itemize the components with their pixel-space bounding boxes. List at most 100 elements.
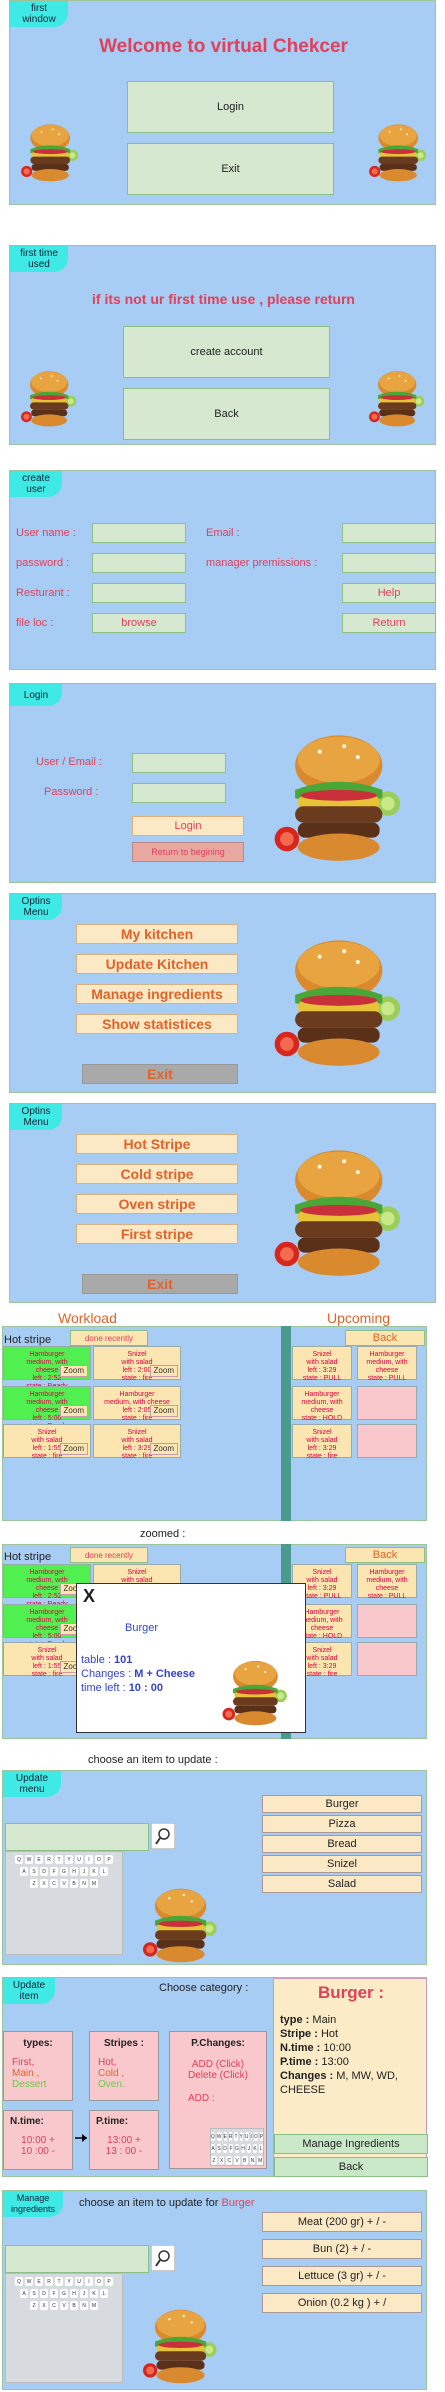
key[interactable]: O: [95, 1855, 103, 1864]
search-icon[interactable]: [151, 1823, 175, 1849]
ntime-minus[interactable]: 10 :00 -: [4, 2146, 72, 2157]
close-icon[interactable]: X: [83, 1586, 95, 1607]
back-button[interactable]: Back: [123, 388, 330, 440]
key[interactable]: K: [253, 2144, 257, 2153]
user-email-field[interactable]: [132, 753, 226, 773]
key[interactable]: S: [30, 1867, 38, 1876]
key[interactable]: I: [85, 1855, 93, 1864]
type-first[interactable]: First,: [4, 2057, 72, 2068]
key[interactable]: E: [35, 1855, 43, 1864]
ingredient-item[interactable]: Onion (0.2 kg ) + /: [262, 2293, 422, 2313]
key[interactable]: Y: [239, 2132, 243, 2141]
key[interactable]: Y: [65, 2277, 73, 2286]
order-card[interactable]: Hamburger medium, with cheese left : 2:5…: [3, 1346, 91, 1390]
upcoming-card[interactable]: [357, 1604, 417, 1638]
key[interactable]: Z: [30, 1879, 38, 1888]
upcoming-card[interactable]: Snizel with salad left : 3:29 state : PU…: [292, 1346, 352, 1382]
menu-item-show-statistics[interactable]: Show statistices: [76, 1014, 238, 1034]
key[interactable]: I: [85, 2277, 93, 2286]
zoom-button[interactable]: Zoom: [59, 1365, 88, 1377]
upcoming-card[interactable]: Hamburger medium, with cheese state : HO…: [292, 1386, 352, 1422]
key[interactable]: E: [35, 2277, 43, 2286]
key[interactable]: V: [60, 2301, 68, 2310]
key[interactable]: Q: [15, 1855, 23, 1864]
menu-list-item[interactable]: Bread: [262, 1835, 422, 1853]
key[interactable]: J: [247, 2144, 251, 2153]
ingredient-item[interactable]: Lettuce (3 gr) + / -: [262, 2266, 422, 2286]
return-beginning-button[interactable]: Return to begining: [132, 842, 244, 862]
menu-item-hot-stripe[interactable]: Hot Stripe: [76, 1134, 238, 1154]
upcoming-card[interactable]: [357, 1386, 417, 1420]
key[interactable]: T: [234, 2132, 238, 2141]
manager-field[interactable]: [342, 553, 436, 573]
menu-item-update-kitchen[interactable]: Update Kitchen: [76, 954, 238, 974]
menu-item-manage-ingredients[interactable]: Manage ingredients: [76, 984, 238, 1004]
keyboard[interactable]: QWERTYUIOP ASDFGHJKL ZXCVBNM: [5, 2273, 123, 2383]
key[interactable]: P: [259, 2132, 264, 2141]
key[interactable]: D: [40, 1867, 48, 1876]
ptime-minus[interactable]: 13 : 00 -: [90, 2146, 158, 2157]
order-card[interactable]: Snizel with salad left : 1:55 state : fi…: [3, 1424, 91, 1460]
menu-list-item[interactable]: Salad: [262, 1875, 422, 1893]
upcoming-card[interactable]: Hamburger medium, with cheese state : PU…: [357, 1564, 417, 1600]
type-main[interactable]: Main ,: [4, 2068, 72, 2079]
zoom-button[interactable]: Zoom: [59, 1443, 88, 1455]
key[interactable]: P: [105, 2277, 113, 2286]
key[interactable]: B: [241, 2156, 248, 2165]
order-card[interactable]: Hamburger medium, with cheese left : 2:0…: [93, 1386, 181, 1422]
zoom-button[interactable]: Zoom: [59, 1405, 88, 1417]
stripe-cold[interactable]: Cold ,: [90, 2068, 158, 2079]
ingredient-item[interactable]: Bun (2) + / -: [262, 2239, 422, 2259]
key[interactable]: U: [75, 2277, 83, 2286]
key[interactable]: I: [250, 2132, 252, 2141]
key[interactable]: S: [217, 2144, 221, 2153]
key[interactable]: G: [60, 2289, 68, 2298]
menu-item-oven-stripe[interactable]: Oven stripe: [76, 1194, 238, 1214]
key[interactable]: N: [249, 2156, 256, 2165]
add-click[interactable]: ADD (Click): [170, 2059, 266, 2070]
zoom-button[interactable]: Zoom: [149, 1443, 178, 1455]
key[interactable]: H: [70, 1867, 78, 1876]
order-card[interactable]: Hamburger medium, with cheese left : 5:0…: [3, 1386, 91, 1430]
key[interactable]: T: [55, 2277, 63, 2286]
browse-button[interactable]: browse: [92, 613, 186, 633]
exit-button[interactable]: Exit: [127, 143, 334, 195]
ingredient-item[interactable]: Meat (200 gr) + / -: [262, 2212, 422, 2232]
key[interactable]: N: [80, 2301, 88, 2310]
order-card[interactable]: Snizel with salad left : 2:00 state : fi…: [93, 1346, 181, 1382]
type-dessert[interactable]: Dessert: [4, 2079, 72, 2090]
exit-button[interactable]: Exit: [82, 1064, 238, 1084]
done-recently-button[interactable]: done recently: [70, 1330, 148, 1346]
key[interactable]: G: [235, 2144, 239, 2153]
done-recently-button[interactable]: done recently: [70, 1547, 148, 1563]
key[interactable]: X: [40, 1879, 48, 1888]
ntime-plus[interactable]: 10:00 +: [4, 2135, 72, 2146]
upcoming-card[interactable]: Snizel with salad left : 3:29 state : fi…: [292, 1424, 352, 1460]
restaurant-field[interactable]: [92, 583, 186, 603]
key[interactable]: W: [216, 2132, 222, 2141]
key[interactable]: W: [25, 2277, 33, 2286]
back-button[interactable]: Back: [274, 2157, 428, 2177]
search-input[interactable]: [5, 2245, 149, 2273]
menu-list-item[interactable]: Burger: [262, 1795, 422, 1813]
ptime-plus[interactable]: 13:00 +: [90, 2135, 158, 2146]
key[interactable]: L: [259, 2144, 263, 2153]
menu-list-item[interactable]: Snizel: [262, 1855, 422, 1873]
search-icon[interactable]: [151, 2245, 175, 2271]
key[interactable]: B: [70, 1879, 78, 1888]
keyboard[interactable]: QWERTYUIOP ASDFGHJKL ZXCVBNM: [5, 1851, 123, 1955]
menu-item-cold-stripe[interactable]: Cold stripe: [76, 1164, 238, 1184]
key[interactable]: O: [253, 2132, 258, 2141]
help-button[interactable]: Help: [342, 583, 436, 603]
password-field[interactable]: [132, 783, 226, 803]
key[interactable]: C: [226, 2156, 233, 2165]
back-button[interactable]: Back: [345, 1547, 425, 1563]
password-field[interactable]: [92, 553, 186, 573]
key[interactable]: H: [241, 2144, 245, 2153]
key[interactable]: D: [40, 2289, 48, 2298]
order-card[interactable]: Snizel with salad left : 3:29 state : fi…: [93, 1424, 181, 1460]
key[interactable]: F: [50, 1867, 58, 1876]
stripe-oven[interactable]: Oven.: [90, 2079, 158, 2090]
zoom-button[interactable]: Zoom: [149, 1405, 178, 1417]
key[interactable]: E: [223, 2132, 227, 2141]
